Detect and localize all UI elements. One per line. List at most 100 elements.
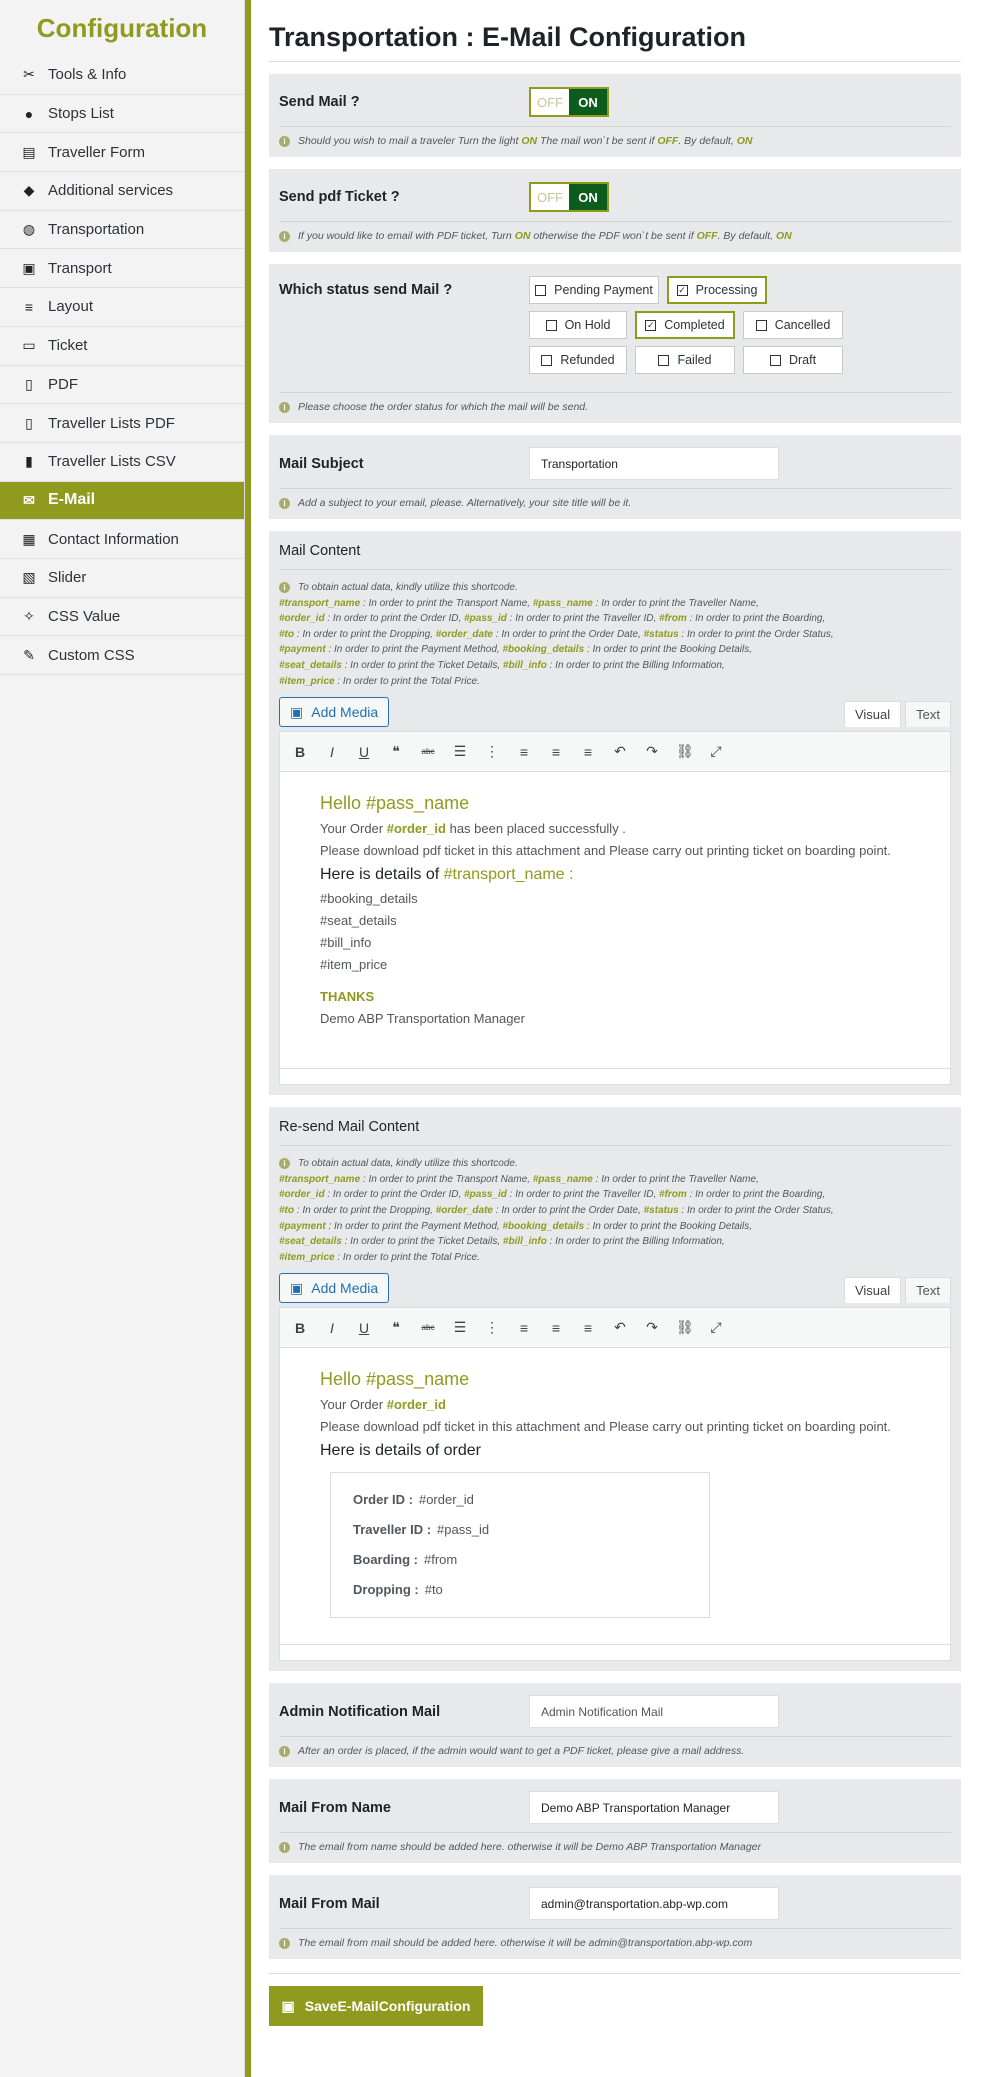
toggle-off-label[interactable]: OFF (531, 184, 569, 210)
align-left-icon[interactable]: ≡ (516, 744, 532, 760)
checkbox-icon[interactable] (535, 284, 547, 296)
redo-icon[interactable]: ↷ (644, 743, 660, 760)
align-left-icon[interactable]: ≡ (516, 1320, 532, 1336)
status-option-draft[interactable]: Draft (743, 346, 843, 374)
sidebar-item-traveller-form[interactable]: ▤ Traveller Form (0, 133, 244, 173)
resend-content-label: Re-send Mail Content (279, 1119, 951, 1147)
toggle-on-label[interactable]: ON (569, 89, 607, 115)
sidebar-item-e-mail[interactable]: ✉ E-Mail (0, 481, 244, 521)
from-name-input[interactable]: Demo ABP Transportation Manager (529, 1791, 779, 1825)
sidebar-item-pdf[interactable]: ▯ PDF (0, 366, 244, 405)
shortcode-tag: #item_price (279, 1251, 335, 1263)
sidebar-item-contact-information[interactable]: ▦ Contact Information (0, 520, 244, 559)
thanks-text: THANKS (320, 989, 375, 1005)
sidebar-item-slider[interactable]: ▧ Slider (0, 559, 244, 598)
checkbox-icon[interactable] (755, 319, 767, 331)
underline-icon[interactable]: U (356, 744, 372, 760)
align-right-icon[interactable]: ≡ (580, 744, 596, 760)
status-option-on-hold[interactable]: On Hold (529, 311, 627, 339)
checkbox-checked-icon[interactable]: ✓ (676, 284, 688, 296)
bullet-list-icon[interactable]: ☰ (452, 1319, 468, 1336)
admin-mail-input[interactable]: Admin Notification Mail (529, 1695, 779, 1729)
checkbox-icon[interactable] (545, 319, 557, 331)
tab-visual[interactable]: Visual (843, 701, 902, 728)
align-center-icon[interactable]: ≡ (548, 744, 564, 760)
checkbox-icon[interactable] (769, 354, 781, 366)
underline-icon[interactable]: U (356, 1320, 372, 1336)
save-button[interactable]: ▣ SaveE-MailConfiguration (269, 1986, 483, 2027)
signature-text: Demo ABP Transportation Manager (320, 1011, 525, 1027)
shortcode-tag: #from (659, 1189, 687, 1201)
sidebar-item-traveller-lists-csv[interactable]: ▮ Traveller Lists CSV (0, 443, 244, 482)
toggle-off-label[interactable]: OFF (531, 89, 569, 115)
mail-content-editor[interactable]: B I U ❝ abc ☰ ⋮ ≡ ≡ ≡ ↶ ↷ ⛓ ⤢ Hello #pass_name Your O… (279, 731, 951, 1086)
sidebar-item-transport[interactable]: ▣ Transport (0, 249, 244, 289)
status-option-pending-payment[interactable]: Pending Payment (529, 276, 659, 304)
admin-mail-section: Admin Notification Mail Admin Notificati… (269, 1683, 961, 1768)
tab-text[interactable]: Text (905, 1277, 951, 1304)
sidebar-item-traveller-lists-pdf[interactable]: ▯ Traveller Lists PDF (0, 404, 244, 443)
checkbox-icon[interactable] (658, 354, 670, 366)
envelope-icon: ✉ (23, 491, 35, 508)
sidebar-item-css-value[interactable]: ✧ CSS Value (0, 598, 244, 637)
shortcode-tag: #bill_info (502, 1236, 547, 1248)
numbered-list-icon[interactable]: ⋮ (484, 1319, 500, 1336)
toggle-on-label[interactable]: ON (569, 184, 607, 210)
blockquote-icon[interactable]: ❝ (388, 1319, 404, 1336)
shortcode-tag: #order_date (435, 1204, 493, 1216)
checkbox-icon[interactable] (541, 354, 553, 366)
align-right-icon[interactable]: ≡ (580, 1320, 596, 1336)
sidebar-item-tools-info[interactable]: ✂ Tools & Info (0, 56, 244, 95)
tab-text[interactable]: Text (905, 701, 951, 728)
editor-body[interactable]: Hello #pass_name Your Order #order_id ha… (280, 772, 950, 1068)
editor-body[interactable]: Hello #pass_name Your Order #order_id Pl… (280, 1348, 950, 1644)
redo-icon[interactable]: ↷ (644, 1319, 660, 1336)
undo-icon[interactable]: ↶ (612, 1319, 628, 1336)
from-mail-input[interactable]: admin@transportation.abp-wp.com (529, 1887, 779, 1921)
italic-icon[interactable]: I (324, 1320, 340, 1336)
link-icon[interactable]: ⛓ (676, 1319, 694, 1336)
link-icon[interactable]: ⛓ (676, 743, 694, 760)
status-option-refunded[interactable]: Refunded (529, 346, 627, 374)
status-option-cancelled[interactable]: Cancelled (743, 311, 843, 339)
bold-icon[interactable]: B (292, 744, 308, 760)
sidebar-item-layout[interactable]: ≡ Layout (0, 288, 244, 327)
undo-icon[interactable]: ↶ (612, 743, 628, 760)
italic-icon[interactable]: I (324, 744, 340, 760)
sidebar-item-additional-services[interactable]: ◆ Additional services (0, 172, 244, 211)
shortcode-desc: : In order to print the Dropping, (294, 628, 436, 640)
bold-icon[interactable]: B (292, 1320, 308, 1336)
shortcode-desc: : In order to print the Booking Details, (584, 644, 753, 656)
shortcode-desc: : In order to print the Order Date, (493, 1204, 644, 1216)
resize-handle[interactable] (280, 1644, 950, 1660)
bullet-list-icon[interactable]: ☰ (452, 743, 468, 760)
pin-icon: ● (24, 105, 34, 122)
status-option-processing[interactable]: ✓ Processing (667, 276, 767, 304)
add-media-button[interactable]: ▣ Add Media (279, 697, 390, 728)
fullscreen-icon[interactable]: ⤢ (708, 743, 724, 760)
file-csv-icon: ▮ (25, 453, 33, 470)
sidebar-item-transportation[interactable]: ◍ Transportation (0, 211, 244, 250)
send-pdf-toggle[interactable]: OFF ON (529, 182, 609, 212)
content-item: #item_price (320, 957, 388, 973)
strikethrough-icon[interactable]: abc (420, 1323, 436, 1332)
tab-visual[interactable]: Visual (843, 1277, 902, 1304)
checkbox-checked-icon[interactable]: ✓ (645, 319, 657, 331)
send-mail-toggle[interactable]: OFF ON (529, 87, 609, 117)
align-center-icon[interactable]: ≡ (548, 1320, 564, 1336)
numbered-list-icon[interactable]: ⋮ (484, 743, 500, 760)
status-option-failed[interactable]: Failed (635, 346, 735, 374)
resize-handle[interactable] (280, 1068, 950, 1084)
resend-content-editor[interactable]: B I U ❝ abc ☰ ⋮ ≡ ≡ ≡ ↶ ↷ ⛓ ⤢ Hello #pass_name Your O… (279, 1307, 951, 1662)
status-option-completed[interactable]: ✓ Completed (635, 311, 735, 339)
hint-highlight: ON (736, 135, 753, 147)
strikethrough-icon[interactable]: abc (420, 747, 436, 756)
shortcode-line: #payment : In order to print the Payment… (279, 1219, 951, 1235)
blockquote-icon[interactable]: ❝ (388, 743, 404, 760)
sidebar-item-ticket[interactable]: ▭ Ticket (0, 327, 244, 366)
sidebar-item-custom-css[interactable]: ✎ Custom CSS (0, 636, 244, 675)
subject-input[interactable]: Transportation (529, 447, 779, 480)
sidebar-item-stops-list[interactable]: ● Stops List (0, 95, 244, 134)
fullscreen-icon[interactable]: ⤢ (708, 1319, 724, 1336)
add-media-button[interactable]: ▣ Add Media (279, 1273, 390, 1304)
